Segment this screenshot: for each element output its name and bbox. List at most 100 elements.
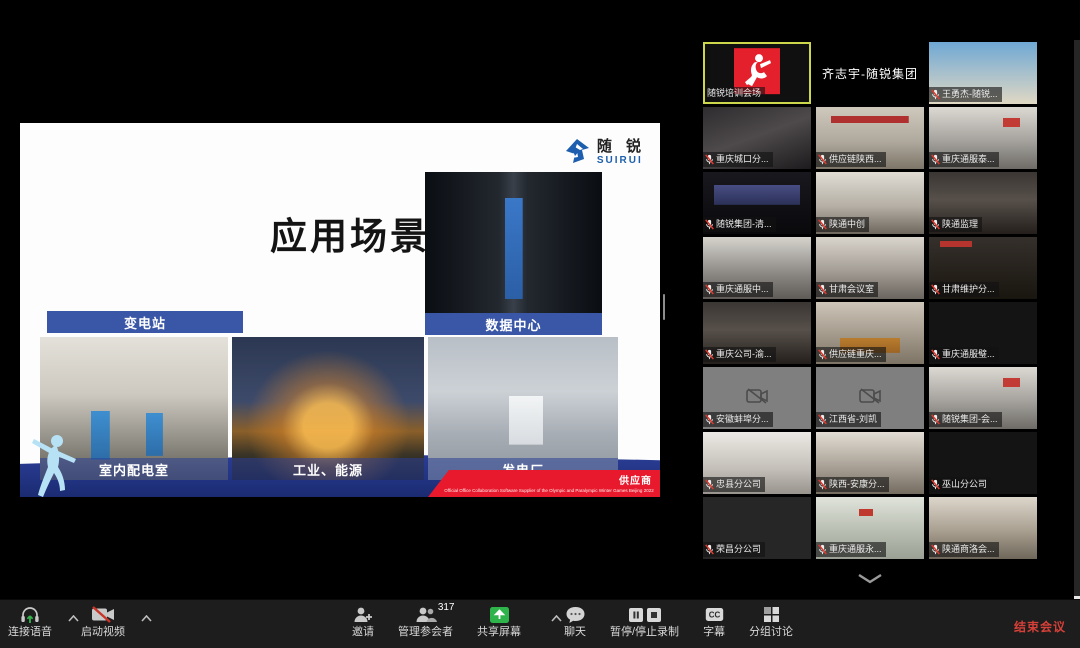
mic-muted-icon (705, 219, 714, 230)
participant-tile[interactable]: 重庆通服永... (816, 497, 924, 559)
participant-name-label: 荣昌分公司 (703, 542, 765, 557)
mic-muted-icon (931, 414, 940, 425)
pause-stop-record-button[interactable]: 暂停/停止录制 (610, 600, 679, 638)
captions-button[interactable]: CC 字幕 (703, 600, 725, 638)
participant-tile[interactable]: 重庆通服泰... (929, 107, 1037, 169)
scene-caption: 数据中心 (425, 313, 602, 335)
olympic-supplier-ribbon: 供应商 Official Office Collaboration Softwa… (428, 470, 660, 497)
participant-tile[interactable]: 随锐集团-清... (703, 172, 811, 234)
panel-collapse-handle[interactable] (663, 294, 665, 320)
chat-icon (565, 605, 586, 624)
breakout-rooms-button[interactable]: 分组讨论 (749, 600, 793, 638)
participant-tile[interactable]: 巫山分公司 (929, 432, 1037, 494)
participant-grid: 随锐培训会场 齐志宇-随锐集团 王勇杰-随锐... (703, 42, 1037, 559)
chat-button[interactable]: 聊天 (564, 600, 586, 638)
chevron-up-icon (68, 615, 79, 622)
basketball-player-icon (740, 52, 774, 90)
participant-name-text: 重庆通服璧... (942, 350, 995, 359)
participant-name-label: 供应链陕西... (816, 152, 886, 167)
participant-name-label: 重庆城口分... (703, 152, 773, 167)
participant-name-text: 安徽蚌埠分... (716, 415, 769, 424)
participant-name-text: 陕西-安康分... (829, 480, 885, 489)
participant-name-label: 陕通监理 (929, 217, 982, 232)
participant-name-label: 甘肃维护分... (929, 282, 999, 297)
participant-name-text: 江西省-刘凯 (829, 415, 877, 424)
participant-tile[interactable]: 江西省-刘凯 (816, 367, 924, 429)
participant-name-text: 随锐集团-会... (942, 415, 998, 424)
participant-tile[interactable]: 荣昌分公司 (703, 497, 811, 559)
participant-tile[interactable]: 齐志宇-随锐集团 (816, 42, 924, 104)
mic-muted-icon (705, 544, 714, 555)
participant-name-text: 忠县分公司 (716, 480, 761, 489)
participant-tile[interactable]: 重庆通服璧... (929, 302, 1037, 364)
video-options-chevron[interactable] (141, 600, 152, 638)
participant-tile[interactable]: 陕通中创 (816, 172, 924, 234)
share-screen-button[interactable]: 共享屏幕 (477, 600, 521, 638)
cc-icon: CC (705, 605, 724, 624)
mic-muted-icon (931, 154, 940, 165)
mic-muted-icon (705, 284, 714, 295)
mic-muted-icon (705, 154, 714, 165)
chat-label: 聊天 (564, 627, 586, 638)
participant-tile[interactable]: 甘肃维护分... (929, 237, 1037, 299)
participant-tile[interactable]: 重庆公司-渝... (703, 302, 811, 364)
scene-powerplant-photo: 发电厂 (428, 337, 618, 480)
participant-count-badge: 317 (438, 603, 455, 613)
participant-name-text: 供应链陕西... (829, 155, 882, 164)
panel-scrollbar-track[interactable] (1074, 40, 1080, 648)
participant-tile[interactable]: 随锐培训会场 (703, 42, 811, 104)
participant-tile[interactable]: 陕通监理 (929, 172, 1037, 234)
participant-tile[interactable]: 供应链重庆... (816, 302, 924, 364)
start-video-button[interactable]: 启动视频 (81, 600, 125, 638)
participant-name-text: 巫山分公司 (942, 480, 987, 489)
participant-name-label: 重庆公司-渝... (703, 347, 776, 362)
mic-muted-icon (931, 349, 940, 360)
mic-muted-icon (818, 414, 827, 425)
mic-muted-icon (931, 544, 940, 555)
mic-muted-icon (818, 154, 827, 165)
participant-name-label: 陕通商洛会... (929, 542, 999, 557)
participant-name-label: 巫山分公司 (929, 477, 991, 492)
participant-tile[interactable]: 随锐集团-会... (929, 367, 1037, 429)
participant-name-text: 供应链重庆... (829, 350, 882, 359)
participant-name-centered: 齐志宇-随锐集团 (816, 42, 924, 104)
mic-muted-icon (931, 219, 940, 230)
invite-icon (353, 605, 373, 624)
participant-tile[interactable]: 陕西-安康分... (816, 432, 924, 494)
participant-name-text: 陕通中创 (829, 220, 865, 229)
logo-text-en: SUIRUI (597, 156, 646, 166)
participant-tile[interactable]: 安徽蚌埠分... (703, 367, 811, 429)
participant-name-text: 重庆通服中... (716, 285, 769, 294)
mic-muted-icon (705, 414, 714, 425)
connect-audio-button[interactable]: 连接语音 (8, 600, 52, 638)
scene-substation-photo: 变电站 (47, 170, 243, 333)
ribbon-badge: 供应商 (619, 472, 652, 487)
participant-tile[interactable]: 王勇杰-随锐... (929, 42, 1037, 104)
mic-muted-icon (818, 349, 827, 360)
participant-name-label: 安徽蚌埠分... (703, 412, 773, 427)
invite-button[interactable]: 邀请 (352, 600, 374, 638)
participant-tile[interactable]: 陕通商洛会... (929, 497, 1037, 559)
participant-tile[interactable]: 供应链陕西... (816, 107, 924, 169)
audio-options-chevron[interactable] (68, 600, 79, 638)
participant-name-label: 随锐培训会场 (705, 87, 765, 100)
record-label: 暂停/停止录制 (610, 627, 679, 638)
scroll-more-participants[interactable] (852, 570, 888, 586)
manage-participants-button[interactable]: 317 管理参会者 (398, 600, 453, 638)
camera-off-slash-icon (91, 605, 115, 624)
manage-participants-label: 管理参会者 (398, 627, 453, 638)
end-meeting-button[interactable]: 结束会议 (1014, 618, 1066, 635)
participant-name-label: 忠县分公司 (703, 477, 765, 492)
headset-icon (20, 605, 40, 624)
svg-text:CC: CC (708, 611, 720, 620)
share-screen-label: 共享屏幕 (477, 627, 521, 638)
share-options-chevron[interactable] (551, 600, 562, 627)
participant-name-label: 甘肃会议室 (816, 282, 878, 297)
share-screen-icon (489, 605, 510, 624)
participant-tile[interactable]: 重庆通服中... (703, 237, 811, 299)
participant-name-text: 王勇杰-随锐... (942, 90, 998, 99)
logo-text-cn: 随 锐 (597, 139, 646, 154)
participant-tile[interactable]: 重庆城口分... (703, 107, 811, 169)
participant-tile[interactable]: 甘肃会议室 (816, 237, 924, 299)
participant-tile[interactable]: 忠县分公司 (703, 432, 811, 494)
